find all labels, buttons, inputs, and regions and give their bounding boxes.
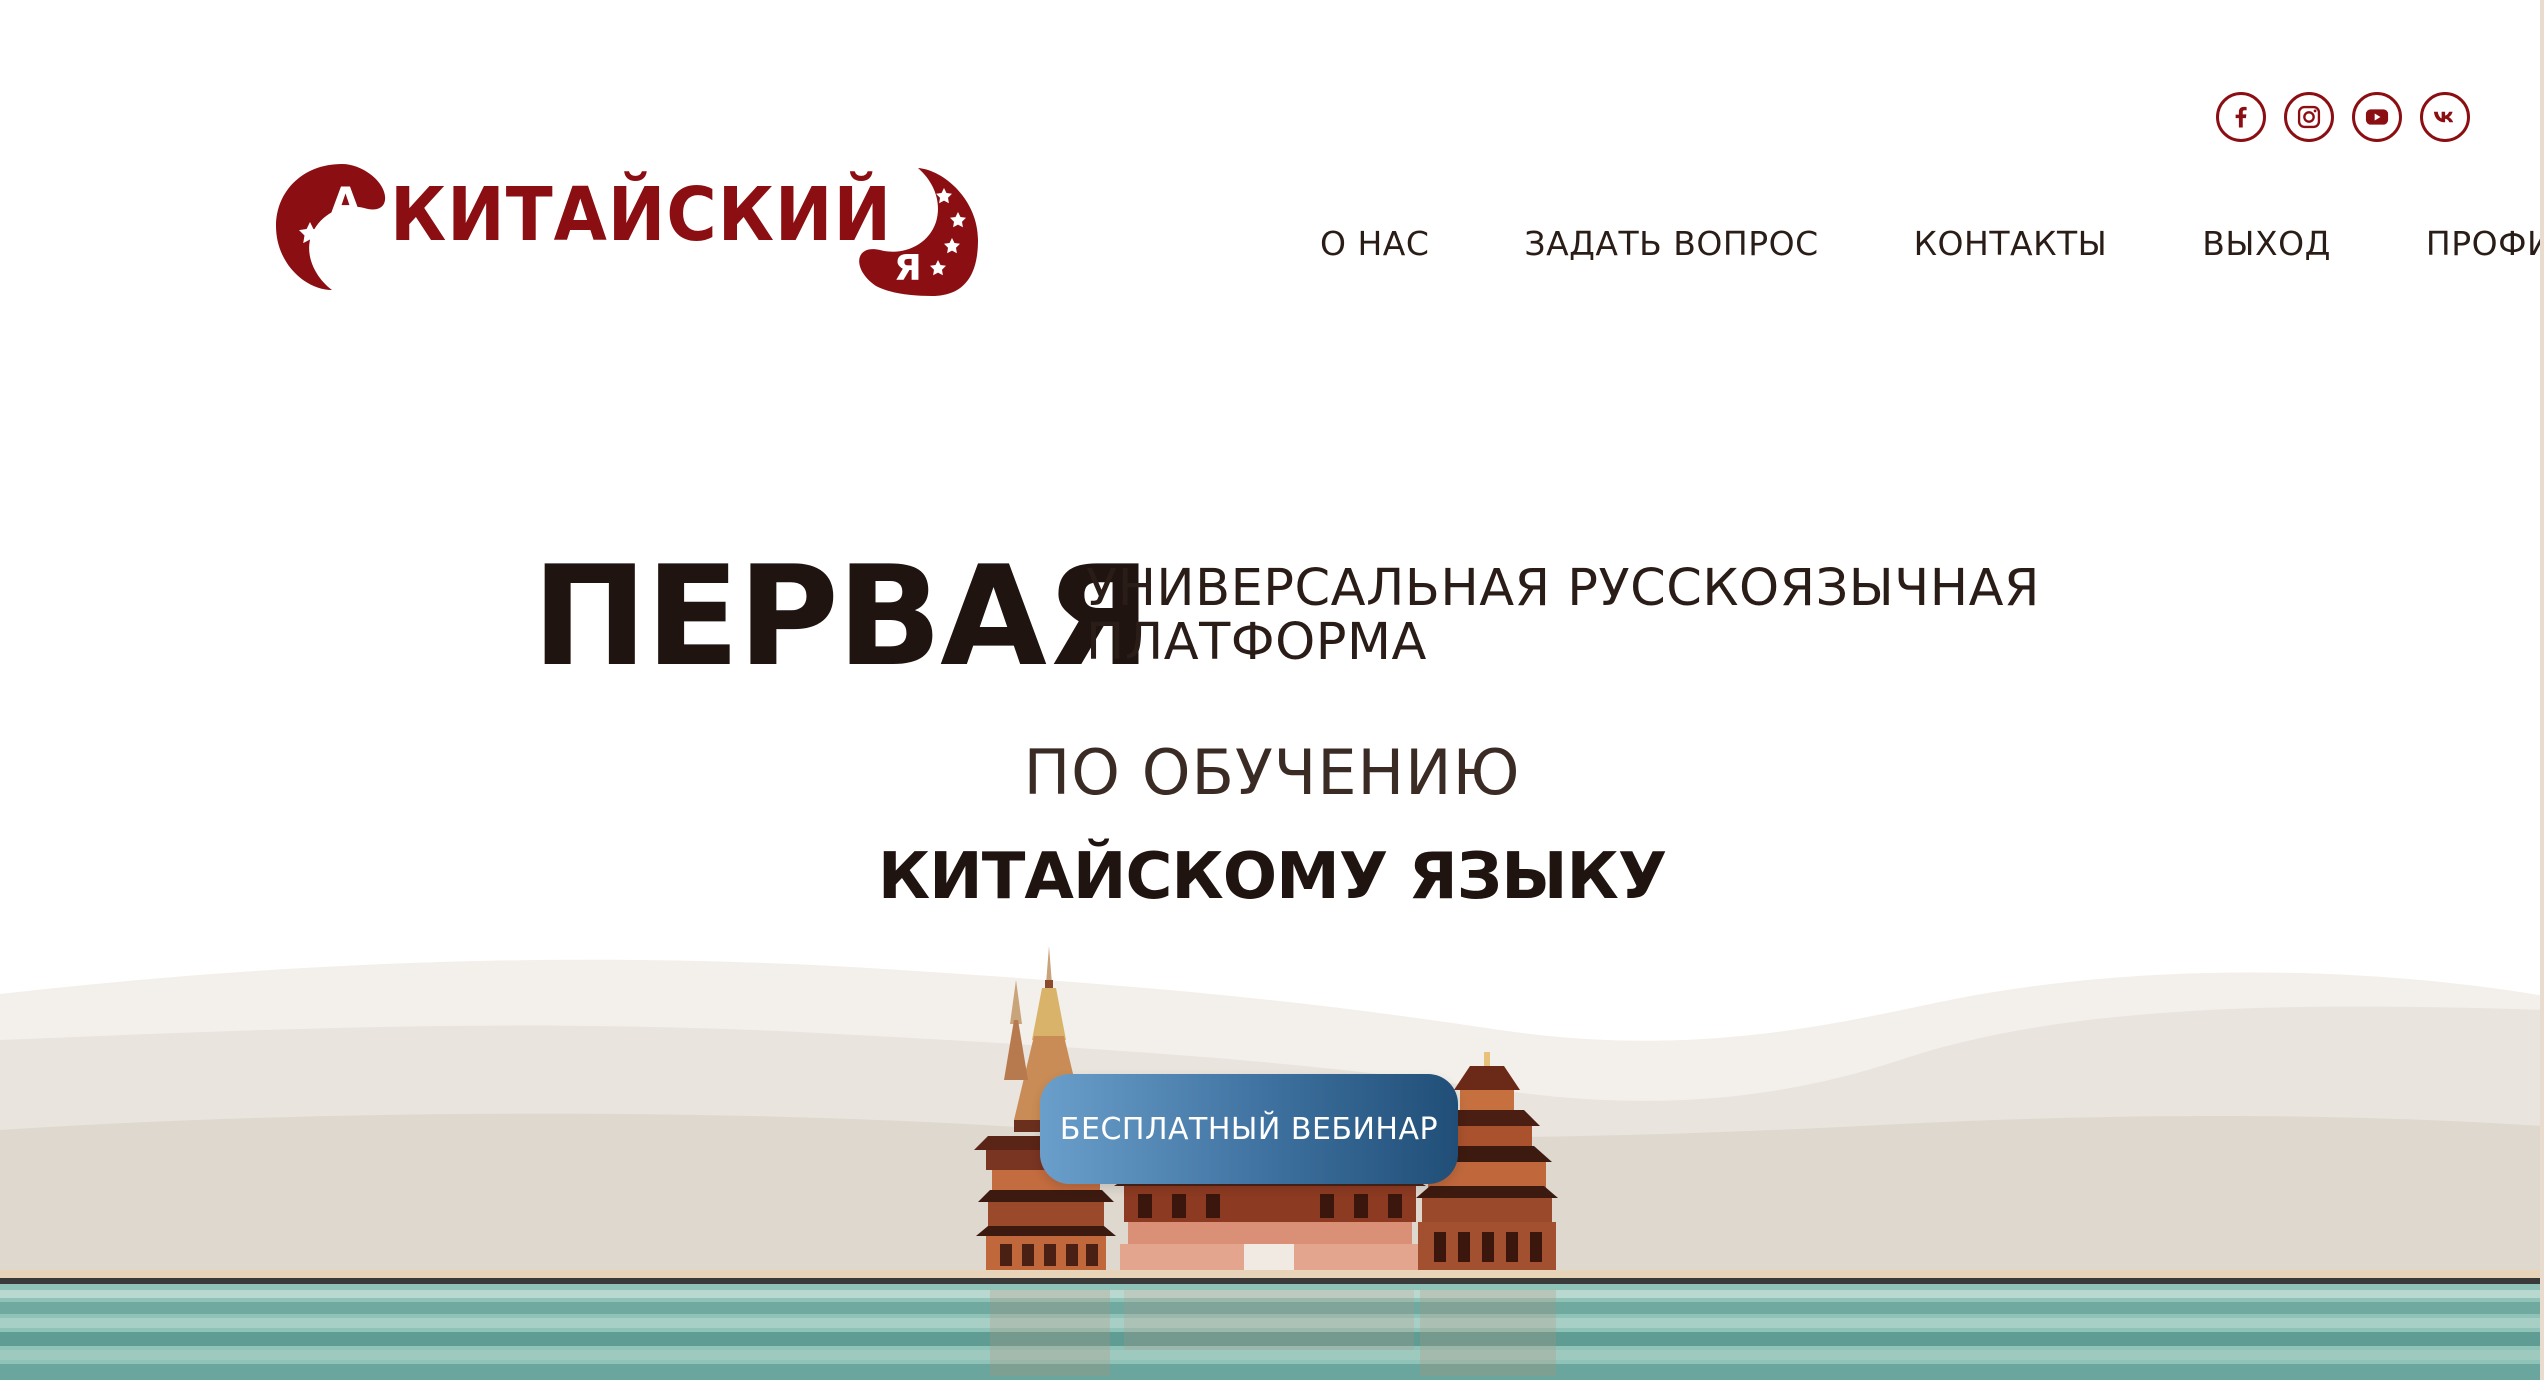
- logo-letter-ya: Я: [894, 248, 922, 289]
- nav-about[interactable]: О НАС: [1320, 224, 1429, 263]
- main-nav: О НАС ЗАДАТЬ ВОПРОС КОНТАКТЫ ВЫХОД ПРОФИ…: [1320, 224, 2544, 263]
- facebook-icon[interactable]: [2216, 92, 2266, 142]
- youtube-icon[interactable]: [2352, 92, 2402, 142]
- temple-center: [1114, 1172, 1426, 1270]
- hero-subtitle: ПО ОБУЧЕНИЮ: [1023, 736, 1521, 809]
- hero-small-line1: УНИВЕРСАЛЬНАЯ РУССКОЯЗЫЧНАЯ: [1086, 559, 2040, 618]
- nav-logout[interactable]: ВЫХОД: [2202, 224, 2331, 263]
- free-webinar-button[interactable]: БЕСПЛАТНЫЙ ВЕБИНАР: [1040, 1074, 1458, 1184]
- hero-subject: КИТАЙСКОМУ ЯЗЫКУ: [877, 840, 1667, 914]
- instagram-icon[interactable]: [2284, 92, 2334, 142]
- social-links: [2216, 92, 2470, 142]
- nav-contacts[interactable]: КОНТАКТЫ: [1914, 224, 2108, 263]
- hero-small-line2: ПЛАТФОРМА: [1086, 613, 1427, 672]
- nav-profile[interactable]: ПРОФИЛЬ: [2426, 224, 2544, 263]
- logo-wordmark: КИТАЙСКИЙ: [390, 172, 892, 258]
- hero-title-big: ПЕРВАЯ: [532, 536, 1151, 697]
- page-right-edge: [2540, 0, 2544, 1380]
- logo-letter-a: А: [330, 180, 361, 226]
- nav-ask-question[interactable]: ЗАДАТЬ ВОПРОС: [1524, 224, 1818, 263]
- vk-icon[interactable]: [2420, 92, 2470, 142]
- hero-title-small: УНИВЕРСАЛЬНАЯ РУССКОЯЗЫЧНАЯ ПЛАТФОРМА: [1086, 562, 2040, 670]
- site-logo[interactable]: А Я КИТАЙСКИЙ: [272, 160, 992, 300]
